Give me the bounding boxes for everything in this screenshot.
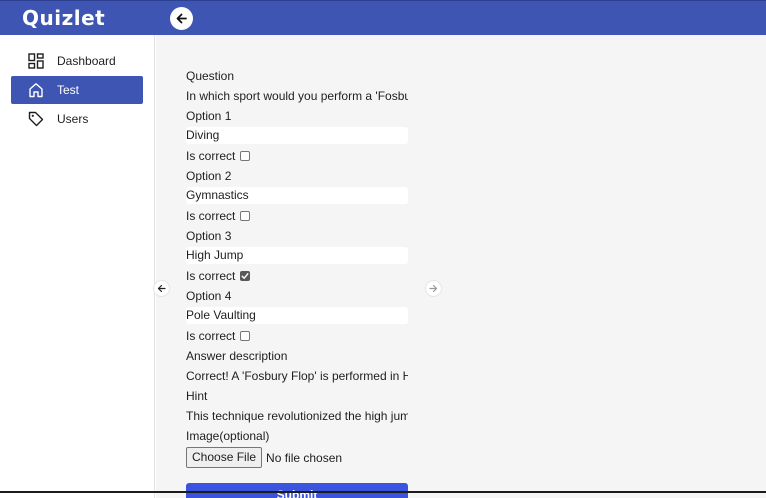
file-status-text: No file chosen xyxy=(266,450,343,465)
image-upload: Choose File No file chosen xyxy=(186,447,342,468)
home-icon xyxy=(27,81,45,99)
option-3-field[interactable]: High Jump xyxy=(186,247,408,264)
checkmark-icon xyxy=(241,273,249,279)
top-bar: Quizlet xyxy=(0,0,766,35)
arrow-left-icon xyxy=(157,284,166,293)
grid-icon xyxy=(27,52,45,70)
option-1-label: Option 1 xyxy=(186,109,232,123)
app-logo[interactable]: Quizlet xyxy=(22,6,105,30)
sidebar-item-dashboard[interactable]: Dashboard xyxy=(11,47,143,75)
option-4-label: Option 4 xyxy=(186,289,232,303)
arrow-right-icon xyxy=(429,284,438,293)
is-correct-label: Is correct xyxy=(186,149,236,163)
option-1-field[interactable]: Diving xyxy=(186,127,408,144)
prev-question-button[interactable] xyxy=(153,280,170,297)
sidebar: Dashboard Test Users xyxy=(0,35,155,498)
option-4-field[interactable]: Pole Vaulting xyxy=(186,307,408,324)
option-2-correct-checkbox[interactable] xyxy=(240,211,251,221)
is-correct-label: Is correct xyxy=(186,329,236,343)
hint-field[interactable]: This technique revolutionized the high j… xyxy=(186,407,408,425)
option-3-correct: Is correct xyxy=(186,267,251,285)
main-content: Question In which sport would you perfor… xyxy=(153,35,766,498)
answer-description-label: Answer description xyxy=(186,349,288,363)
image-label: Image(optional) xyxy=(186,429,270,443)
hint-label: Hint xyxy=(186,389,208,403)
choose-file-button[interactable]: Choose File xyxy=(186,447,263,468)
question-field[interactable]: In which sport would you perform a 'Fosb… xyxy=(186,87,408,105)
next-question-button[interactable] xyxy=(425,280,442,297)
sidebar-item-test[interactable]: Test xyxy=(11,76,143,104)
sidebar-item-label: Users xyxy=(57,112,89,126)
option-1-correct-checkbox[interactable] xyxy=(240,151,251,161)
option-4-correct: Is correct xyxy=(186,327,251,345)
option-1-correct: Is correct xyxy=(186,147,251,165)
question-label: Question xyxy=(186,69,235,83)
is-correct-label: Is correct xyxy=(186,209,236,223)
tag-icon xyxy=(27,110,45,128)
option-2-correct: Is correct xyxy=(186,207,251,225)
arrow-left-icon xyxy=(176,13,187,24)
sidebar-item-label: Dashboard xyxy=(57,54,116,68)
window-bottom-edge xyxy=(0,491,766,493)
option-2-field[interactable]: Gymnastics xyxy=(186,187,408,204)
option-3-label: Option 3 xyxy=(186,229,232,243)
option-2-label: Option 2 xyxy=(186,169,232,183)
answer-description-field[interactable]: Correct! A 'Fosbury Flop' is performed i… xyxy=(186,367,408,385)
sidebar-item-label: Test xyxy=(57,83,80,97)
back-button[interactable] xyxy=(170,7,193,30)
option-4-correct-checkbox[interactable] xyxy=(240,331,251,341)
option-3-correct-checkbox[interactable] xyxy=(240,271,251,281)
sidebar-item-users[interactable]: Users xyxy=(11,105,143,133)
is-correct-label: Is correct xyxy=(186,269,236,283)
